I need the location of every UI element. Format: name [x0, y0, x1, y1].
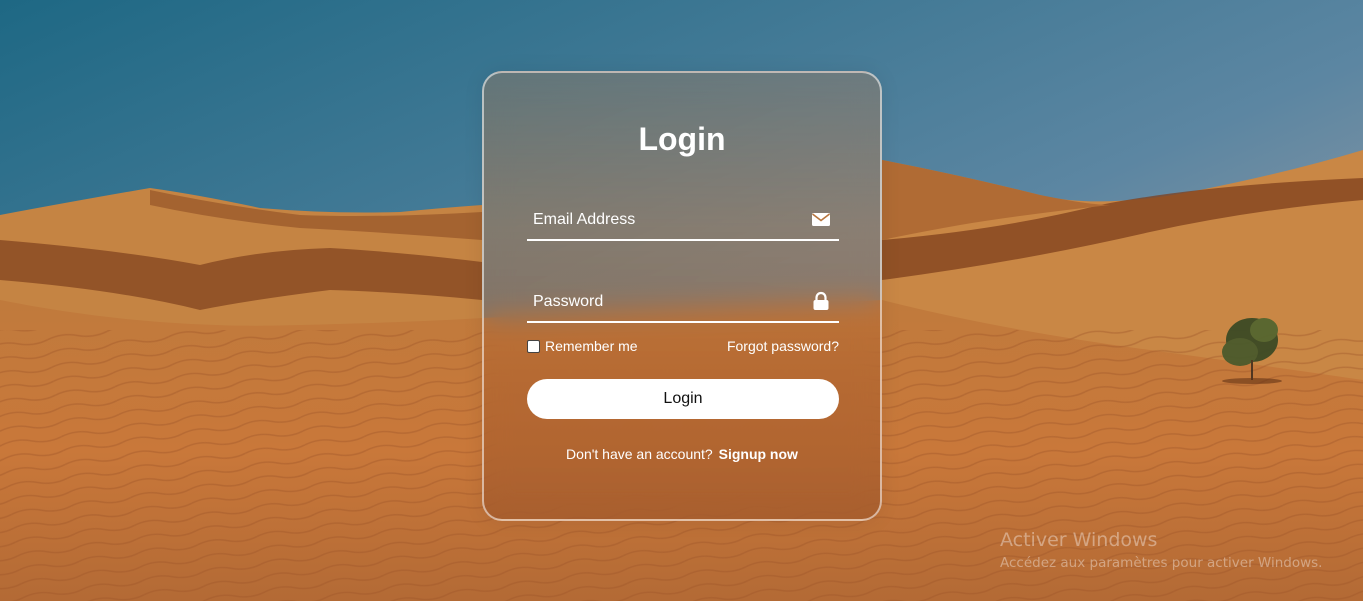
envelope-icon — [811, 209, 831, 229]
login-options: Remember me Forgot password? — [527, 338, 839, 358]
password-field-wrapper — [527, 283, 839, 323]
remember-me-label: Remember me — [545, 338, 638, 354]
password-field[interactable] — [527, 283, 797, 321]
email-field[interactable] — [527, 201, 797, 239]
signup-prompt: Don't have an account? Signup now — [484, 446, 880, 462]
login-button[interactable]: Login — [527, 379, 839, 419]
watermark-subtitle: Accédez aux paramètres pour activer Wind… — [1000, 555, 1323, 571]
signup-prompt-text: Don't have an account? — [566, 446, 713, 462]
remember-me-checkbox[interactable]: Remember me — [527, 338, 638, 354]
email-field-wrapper — [527, 201, 839, 241]
forgot-password-link[interactable]: Forgot password? — [727, 338, 839, 354]
checkbox-icon[interactable] — [527, 339, 540, 353]
login-title: Login — [638, 121, 726, 157]
watermark-title: Activer Windows — [1000, 529, 1158, 551]
signup-link[interactable]: Signup now — [719, 446, 798, 462]
windows-activation-watermark: Activer Windows Accédez aux paramètres p… — [1000, 529, 1322, 573]
login-card: Login Remember me Forgot password? Login… — [482, 71, 882, 521]
lock-icon — [811, 291, 831, 311]
